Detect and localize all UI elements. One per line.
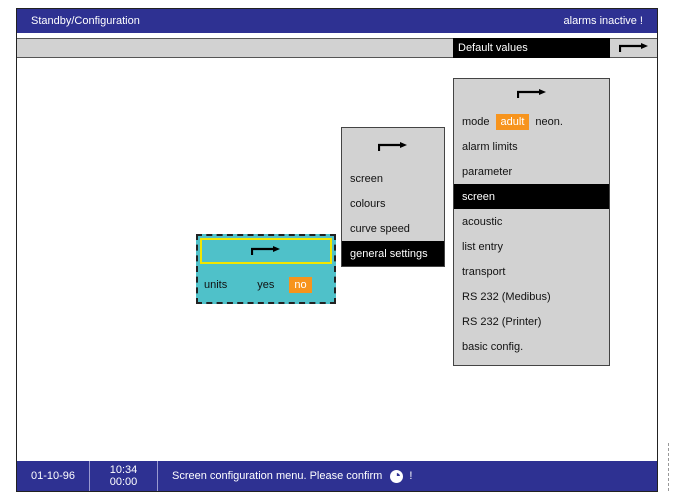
menu-item-label: transport	[462, 265, 506, 278]
default-values-label: Default values	[458, 42, 528, 54]
alarm-status: alarms inactive !	[563, 15, 643, 27]
status-bar: 01-10-96 10:34 00:00 Screen configuratio…	[17, 461, 657, 491]
elapsed-text: 00:00	[109, 476, 138, 488]
status-time: 10:34 00:00	[90, 461, 158, 491]
status-date: 01-10-96	[17, 461, 90, 491]
submenu-item-label: general settings	[350, 247, 428, 260]
submenu-item-label: curve speed	[350, 222, 410, 235]
menu-item-label: alarm limits	[462, 140, 518, 153]
submenu-return-button[interactable]	[342, 128, 444, 166]
submenu-item-colours[interactable]: colours	[342, 191, 444, 216]
main-frame: Standby/Configuration alarms inactive ! …	[16, 8, 658, 492]
mode-option-neonatal[interactable]: neon.	[535, 116, 563, 128]
menu-item-label: RS 232 (Printer)	[462, 315, 542, 328]
units-setting-panel: units yes no	[196, 234, 336, 304]
units-toggle: units yes no	[198, 274, 334, 296]
default-values-button[interactable]: Default values	[453, 38, 610, 58]
menu-item-acoustic[interactable]: acoustic	[454, 209, 609, 234]
menu-item-label: RS 232 (Medibus)	[462, 290, 551, 303]
rotary-knob-icon	[390, 469, 404, 483]
menu-item-parameter[interactable]: parameter	[454, 159, 609, 184]
units-label: units	[204, 279, 228, 291]
menu-item-label: screen	[462, 190, 496, 203]
submenu-item-curve-speed[interactable]: curve speed	[342, 216, 444, 241]
submenu-item-label: screen	[350, 172, 384, 185]
menu-item-alarm-limits[interactable]: alarm limits	[454, 134, 609, 159]
units-option-no[interactable]: no	[289, 277, 312, 293]
units-return-button[interactable]	[200, 238, 332, 264]
status-message: Screen configuration menu. Please confir…	[158, 469, 413, 483]
menu-item-label: acoustic	[462, 215, 503, 228]
time-text: 10:34	[109, 464, 138, 476]
date-text: 01-10-96	[30, 470, 76, 482]
subbar-return-button[interactable]	[610, 39, 657, 57]
menu-item-transport[interactable]: transport	[454, 259, 609, 284]
menu-item-label: list entry	[462, 240, 503, 253]
submenu-item-screen[interactable]: screen	[342, 166, 444, 191]
menu-item-list-entry[interactable]: list entry	[454, 234, 609, 259]
message-text: Screen configuration menu. Please confir…	[172, 470, 383, 482]
mode-selector[interactable]: mode adult neon.	[454, 109, 609, 134]
sub-bar: Default values	[17, 38, 657, 58]
screen-submenu: screen colours curve speed general setti…	[341, 127, 445, 267]
units-option-yes[interactable]: yes	[257, 279, 274, 291]
return-arrow-icon	[618, 43, 648, 52]
submenu-item-label: colours	[350, 197, 386, 210]
main-config-menu: mode adult neon. alarm limits parameter …	[453, 78, 610, 366]
menu-item-label: basic config.	[462, 340, 524, 353]
menu-item-label: parameter	[462, 165, 513, 178]
main-menu-return-button[interactable]	[454, 79, 609, 109]
title-bar: Standby/Configuration alarms inactive !	[17, 9, 657, 33]
return-arrow-icon	[251, 246, 280, 255]
menu-item-basic-config[interactable]: basic config.	[454, 334, 609, 359]
menu-item-screen[interactable]: screen	[454, 184, 609, 209]
menu-item-rs232-medibus[interactable]: RS 232 (Medibus)	[454, 284, 609, 309]
page-title: Standby/Configuration	[31, 15, 140, 27]
mode-option-adult[interactable]: adult	[495, 113, 530, 130]
menu-item-rs232-printer[interactable]: RS 232 (Printer)	[454, 309, 609, 334]
return-arrow-icon	[516, 89, 546, 98]
message-suffix: !	[409, 470, 413, 482]
submenu-item-general-settings[interactable]: general settings	[342, 241, 444, 266]
mode-label: mode	[462, 115, 490, 128]
return-arrow-icon	[378, 142, 407, 151]
edge-divider	[668, 443, 669, 491]
